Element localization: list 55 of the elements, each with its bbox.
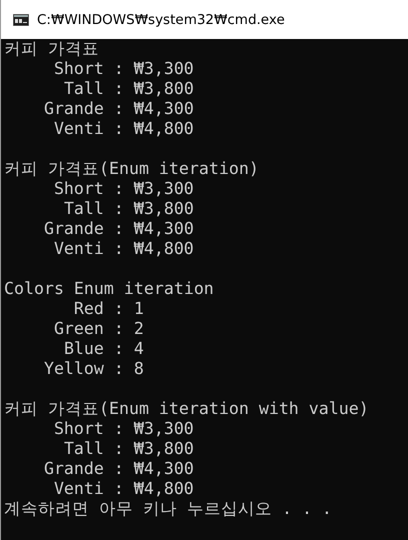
console-value: 2 bbox=[134, 319, 144, 339]
console-heading: 커피 가격표 bbox=[4, 39, 99, 59]
console-label: Tall bbox=[64, 199, 104, 219]
console-label: Venti bbox=[54, 479, 104, 499]
console-separator: : bbox=[114, 299, 124, 319]
console-separator: : bbox=[114, 79, 124, 99]
console-separator: : bbox=[114, 439, 124, 459]
console-heading: Colors Enum iteration bbox=[4, 279, 214, 299]
console-value: ₩3,300 bbox=[134, 179, 194, 199]
console-label: Blue bbox=[64, 339, 104, 359]
console-value: ₩4,300 bbox=[134, 219, 194, 239]
console-heading: 커피 가격표(Enum iteration) bbox=[4, 159, 259, 179]
window-title: C:₩WINDOWS₩system32₩cmd.exe bbox=[37, 12, 285, 28]
console-value: ₩3,800 bbox=[134, 79, 194, 99]
console-value: ₩3,300 bbox=[134, 419, 194, 439]
console-value: ₩3,800 bbox=[134, 439, 194, 459]
console-separator: : bbox=[114, 219, 124, 239]
console-label: Venti bbox=[54, 239, 104, 259]
console-separator: : bbox=[114, 239, 124, 259]
console-value: 4 bbox=[134, 339, 144, 359]
console-value: ₩4,800 bbox=[134, 479, 194, 499]
console-separator: : bbox=[114, 59, 124, 79]
console-separator: : bbox=[114, 319, 124, 339]
console-heading: 커피 가격표(Enum iteration with value) bbox=[4, 399, 369, 419]
console-label: Venti bbox=[54, 119, 104, 139]
console-separator: : bbox=[114, 199, 124, 219]
console-separator: : bbox=[114, 479, 124, 499]
console-label: Short bbox=[54, 59, 104, 79]
console-separator: : bbox=[114, 99, 124, 119]
console-label: Tall bbox=[64, 439, 104, 459]
console-label: Green bbox=[54, 319, 104, 339]
console-label: Yellow bbox=[44, 359, 104, 379]
console-value: ₩4,800 bbox=[134, 239, 194, 259]
console-icon bbox=[13, 14, 29, 26]
console-value: ₩3,300 bbox=[134, 59, 194, 79]
console-label: Grande bbox=[44, 219, 104, 239]
console-value: 8 bbox=[134, 359, 144, 379]
console-label: Short bbox=[54, 179, 104, 199]
console-label: Red bbox=[74, 299, 104, 319]
console-value: 1 bbox=[134, 299, 144, 319]
console-label: Grande bbox=[44, 459, 104, 479]
console-separator: : bbox=[114, 339, 124, 359]
console-value: ₩4,300 bbox=[134, 459, 194, 479]
console-value: ₩3,800 bbox=[134, 199, 194, 219]
console-label: Grande bbox=[44, 99, 104, 119]
console-separator: : bbox=[114, 459, 124, 479]
console-value: ₩4,300 bbox=[134, 99, 194, 119]
console-label: Tall bbox=[64, 79, 104, 99]
console-value: ₩4,800 bbox=[134, 119, 194, 139]
console-separator: : bbox=[114, 119, 124, 139]
console-prompt: 계속하려면 아무 키나 누르십시오 . . . bbox=[4, 499, 332, 519]
console-separator: : bbox=[114, 359, 124, 379]
console-label: Short bbox=[54, 419, 104, 439]
console-separator: : bbox=[114, 179, 124, 199]
console-separator: : bbox=[114, 419, 124, 439]
